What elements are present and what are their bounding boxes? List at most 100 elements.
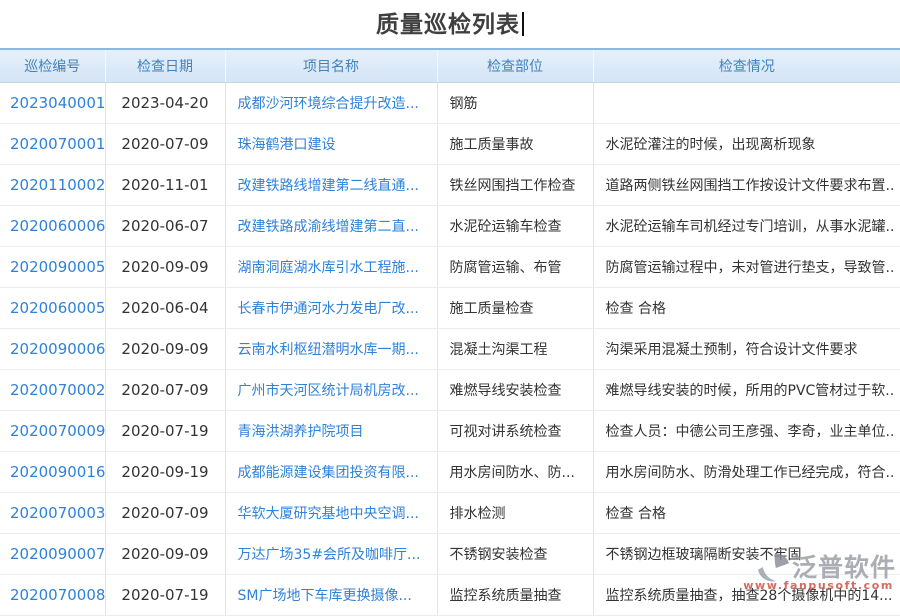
table-row: 20200900052020-09-09湖南洞庭湖水库引水工程施...防腐管运输… [0,246,900,287]
project-link[interactable]: 万达广场35#会所及咖啡厅... [238,547,421,563]
id-link[interactable]: 2020110002 [10,176,105,194]
date-cell: 2020-07-09 [105,123,225,164]
id-cell: 2023040001 [0,82,105,123]
project-link[interactable]: 珠海鹤港口建设 [238,137,336,153]
id-cell: 2020090005 [0,246,105,287]
part-cell: 防腐管运输、布管 [437,246,593,287]
date-cell: 2020-07-09 [105,492,225,533]
situation-cell: 用水房间防水、防滑处理工作已经完成，符合.. [593,451,900,492]
project-link[interactable]: 青海洪湖养护院项目 [238,424,364,440]
id-cell: 2020110002 [0,164,105,205]
table-row: 20200900162020-09-19 成都能源建设集团投资有限... 用水房间防… [0,451,900,492]
column-header: 检查日期 [105,49,225,82]
project-cell: 珠海鹤港口建设 [225,123,437,164]
part-cell: 用水房间防水、防... [437,451,593,492]
part-cell: 不锈钢安装检查 [437,533,593,574]
table-header-row: 巡检编号检查日期项目名称检查部位检查情况 [0,49,900,82]
situation-cell: 检查 合格 [593,492,900,533]
project-link[interactable]: 华软大厦研究基地中央空调... [238,506,419,522]
situation-cell: 沟渠采用混凝土预制，符合设计文件要求 [593,328,900,369]
id-link[interactable]: 2020090006 [10,340,105,358]
project-link[interactable]: 成都沙河环境综合提升改造... [238,96,419,112]
part-cell: 水泥砼运输车检查 [437,205,593,246]
table-row: 20200700012020-07-09珠海鹤港口建设施工质量事故水泥砼灌注的时… [0,123,900,164]
id-link[interactable]: 2020070001 [10,135,105,153]
project-cell: 万达广场35#会所及咖啡厅... [225,533,437,574]
table-row: 20200600052020-06-04 长春市伊通河水力发电厂改... 施工质量检… [0,287,900,328]
id-link[interactable]: 2020060006 [10,217,105,235]
project-link[interactable]: 云南水利枢纽潜明水库一期... [238,342,419,358]
situation-cell: 监控系统质量抽查，抽查28个摄像机中的14... [593,574,900,615]
project-cell: 广州市天河区统计局机房改... [225,369,437,410]
project-link[interactable]: 湖南洞庭湖水库引水工程施... [238,260,419,276]
part-cell: 难燃导线安装检查 [437,369,593,410]
situation-cell [593,82,900,123]
situation-cell: 检查 合格 [593,287,900,328]
id-cell: 2020070003 [0,492,105,533]
id-link[interactable]: 2020090005 [10,258,105,276]
date-cell: 2020-06-07 [105,205,225,246]
id-link[interactable]: 2020090007 [10,545,105,563]
table-row: 20200700092020-07-19青海洪湖养护院项目可视对讲系统检查检查人… [0,410,900,451]
date-cell: 2020-07-09 [105,369,225,410]
page-title: 质量巡检列表 [376,12,520,38]
table-row: 20200700032020-07-09 华软大厦研究基地中央空调... 排水检测检… [0,492,900,533]
part-cell: 可视对讲系统检查 [437,410,593,451]
project-link[interactable]: 改建铁路成渝线增建第二直... [238,219,419,235]
id-link[interactable]: 2023040001 [10,94,105,112]
project-cell: 改建铁路成渝线增建第二直... [225,205,437,246]
situation-cell: 水泥砼灌注的时候，出现离析现象 [593,123,900,164]
date-cell: 2020-09-19 [105,451,225,492]
project-cell: 青海洪湖养护院项目 [225,410,437,451]
id-cell: 2020060006 [0,205,105,246]
id-link[interactable]: 2020070008 [10,586,105,604]
project-link[interactable]: 改建铁路线增建第二线直通... [238,178,419,194]
date-cell: 2020-06-04 [105,287,225,328]
date-cell: 2023-04-20 [105,82,225,123]
project-link[interactable]: 广州市天河区统计局机房改... [238,383,419,399]
project-link[interactable]: SM广场地下车库更换摄像... [238,588,412,604]
inspection-table: 巡检编号检查日期项目名称检查部位检查情况 20230400012023-04-2… [0,48,900,616]
project-link[interactable]: 长春市伊通河水力发电厂改... [238,301,419,317]
title-bar: 质量巡检列表 [0,0,900,48]
table-row: 20200900072020-09-09 万达广场35#会所及咖啡厅... 不锈钢安… [0,533,900,574]
situation-cell: 防腐管运输过程中，未对管进行垫支，导致管.. [593,246,900,287]
project-cell: 云南水利枢纽潜明水库一期... [225,328,437,369]
project-link[interactable]: 成都能源建设集团投资有限... [238,465,419,481]
id-cell: 2020070001 [0,123,105,164]
part-cell: 施工质量检查 [437,287,593,328]
date-cell: 2020-09-09 [105,533,225,574]
part-cell: 排水检测 [437,492,593,533]
id-cell: 2020070008 [0,574,105,615]
table-row: 20200700082020-07-19 SM广场地下车库更换摄像... 监控系统质… [0,574,900,615]
project-cell: 华软大厦研究基地中央空调... [225,492,437,533]
table-row: 20230400012023-04-20 成都沙河环境综合提升改造... 钢筋 [0,82,900,123]
part-cell: 混凝土沟渠工程 [437,328,593,369]
id-cell: 2020060005 [0,287,105,328]
id-link[interactable]: 2020090016 [10,463,105,481]
table-row: 20200900062020-09-09 云南水利枢纽潜明水库一期... 混凝土沟渠… [0,328,900,369]
table-row: 20201100022020-11-01 改建铁路线增建第二线直通... 铁丝网围挡… [0,164,900,205]
id-cell: 2020070009 [0,410,105,451]
part-cell: 钢筋 [437,82,593,123]
date-cell: 2020-11-01 [105,164,225,205]
project-cell: 长春市伊通河水力发电厂改... [225,287,437,328]
situation-cell: 难燃导线安装的时候，所用的PVC管材过于软.. [593,369,900,410]
part-cell: 铁丝网围挡工作检查 [437,164,593,205]
column-header: 项目名称 [225,49,437,82]
id-link[interactable]: 2020060005 [10,299,105,317]
id-cell: 2020090007 [0,533,105,574]
id-link[interactable]: 2020070003 [10,504,105,522]
situation-cell: 水泥砼运输车司机经过专门培训，从事水泥罐.. [593,205,900,246]
id-link[interactable]: 2020070002 [10,381,105,399]
column-header: 检查部位 [437,49,593,82]
table-row: 20200700022020-07-09 广州市天河区统计局机房改... 难燃导线安… [0,369,900,410]
project-cell: 成都沙河环境综合提升改造... [225,82,437,123]
project-cell: 成都能源建设集团投资有限... [225,451,437,492]
column-header: 检查情况 [593,49,900,82]
column-header: 巡检编号 [0,49,105,82]
id-cell: 2020070002 [0,369,105,410]
date-cell: 2020-07-19 [105,574,225,615]
date-cell: 2020-09-09 [105,328,225,369]
id-link[interactable]: 2020070009 [10,422,105,440]
